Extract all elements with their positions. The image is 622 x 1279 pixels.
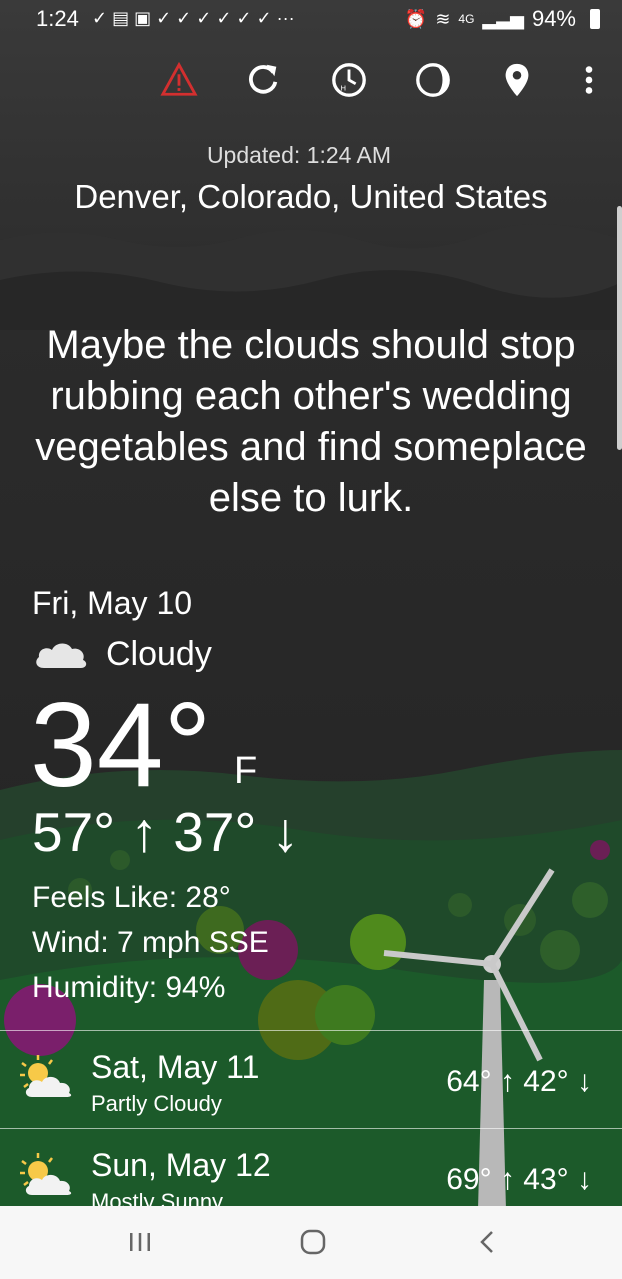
temperature-unit: F <box>234 750 258 792</box>
forecast-day: Sat, May 11 <box>91 1049 260 1085</box>
status-right: ⏰ ≋ 4G ▂▃▅ 94% <box>405 6 600 32</box>
status-time: 1:24 <box>36 6 79 31</box>
weather-quip: Maybe the clouds should stop rubbing eac… <box>35 323 587 520</box>
home-icon <box>300 1229 326 1255</box>
svg-text:H: H <box>340 83 345 92</box>
battery-icon <box>590 9 600 29</box>
today-condition: Cloudy <box>106 634 212 673</box>
moon-button[interactable] <box>408 55 458 105</box>
partly-cloudy-icon <box>20 1153 72 1195</box>
notification-icons: ✓ ▤ ▣ ✓ ✓ ✓ ✓ ✓ ✓ ··· <box>92 8 295 28</box>
signal-icon: ▂▃▅ <box>482 8 524 29</box>
status-bar: 1:24 ✓ ▤ ▣ ✓ ✓ ✓ ✓ ✓ ✓ ··· ⏰ ≋ 4G ▂▃▅ 94… <box>0 0 622 38</box>
warning-triangle-icon <box>160 61 198 96</box>
updated-time: Updated: 1:24 AM <box>206 142 392 168</box>
alarm-icon: ⏰ <box>404 8 428 29</box>
cloud-icon <box>36 643 87 668</box>
wind: Wind: 7 mph SSE <box>32 926 269 959</box>
forecast-day: Sun, May 12 <box>91 1147 271 1183</box>
scroll-indicator[interactable] <box>617 206 622 450</box>
back-button[interactable] <box>458 1222 518 1262</box>
today-date: Fri, May 10 <box>32 585 193 621</box>
refresh-icon <box>249 64 278 94</box>
alert-button[interactable] <box>154 55 204 105</box>
clock-hourly-icon: H <box>332 63 366 97</box>
recents-icon <box>130 1233 150 1251</box>
location-pin-icon <box>505 63 529 97</box>
menu-button[interactable] <box>564 55 614 105</box>
forecast-hi-lo: 69° ↑ 43° ↓ <box>446 1163 592 1196</box>
today-details: Feels Like: 28° Wind: 7 mph SSE Humidity… <box>32 875 269 1010</box>
today-summary: Fri, May 10 Cloudy <box>32 585 212 674</box>
network-label: 4G <box>458 12 475 26</box>
feels-like: Feels Like: 28° <box>32 881 231 914</box>
today-hi-lo: 57° ↑ 37° ↓ <box>32 801 300 863</box>
battery-level: 94% <box>531 6 576 31</box>
home-button[interactable] <box>283 1222 343 1262</box>
forecast-condition: Partly Cloudy <box>91 1091 222 1116</box>
location-button[interactable] <box>492 55 542 105</box>
partly-cloudy-icon <box>20 1055 72 1097</box>
refresh-button[interactable] <box>238 55 288 105</box>
back-icon <box>480 1231 493 1253</box>
humidity: Humidity: 94% <box>32 971 226 1004</box>
forecast-hi-lo: 64° ↑ 42° ↓ <box>446 1065 592 1098</box>
more-vert-icon <box>585 66 593 94</box>
toolbar: H <box>0 55 622 105</box>
wifi-icon: ≋ <box>435 8 451 29</box>
hourly-button[interactable]: H <box>324 55 374 105</box>
recents-button[interactable] <box>110 1222 170 1262</box>
current-temperature: 34° <box>30 678 212 812</box>
moon-phase-icon <box>416 63 450 97</box>
location-name[interactable]: Denver, Colorado, United States <box>0 178 622 216</box>
navigation-bar <box>0 1206 622 1279</box>
forecast-row[interactable]: Sat, May 11 Partly Cloudy 64° ↑ 42° ↓ <box>0 1030 622 1127</box>
